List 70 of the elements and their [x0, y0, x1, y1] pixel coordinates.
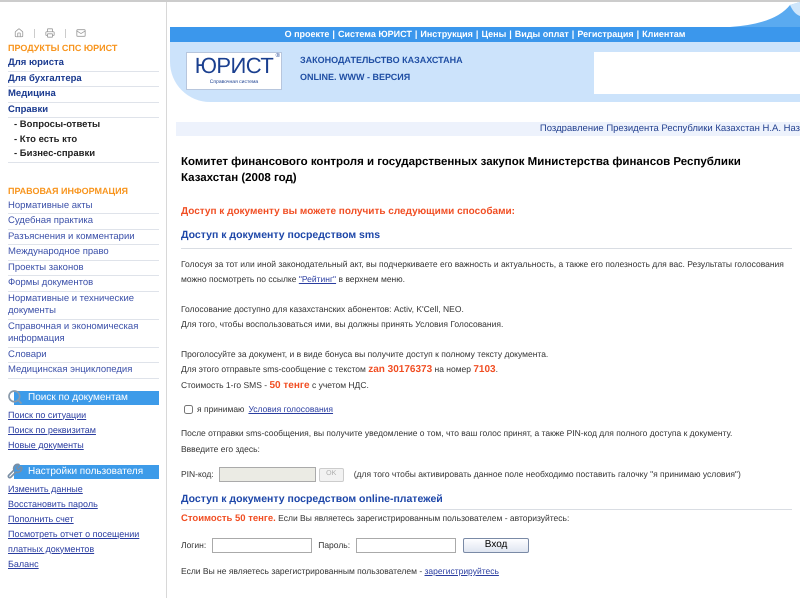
- printer-icon[interactable]: [45, 28, 55, 38]
- menu-link[interactable]: Словари: [8, 348, 159, 361]
- menu-link[interactable]: Проекты законов: [8, 262, 159, 274]
- password-label: Пароль:: [318, 538, 350, 552]
- pin-note: (для того чтобы активировать данное поле необходимо поставить галочку "я принимаю условия"): [354, 468, 741, 481]
- nav-separator: |: [572, 28, 574, 41]
- mail-icon[interactable]: [76, 28, 86, 38]
- panel-title: Настройки пользователя: [28, 464, 144, 478]
- ticker-text[interactable]: Поздравление Президента Республики Казахстан Н.А. Наз: [540, 122, 800, 136]
- panel-title: Поиск по документам: [28, 390, 128, 404]
- page-curl-icon: [730, 2, 800, 27]
- login-input[interactable]: [212, 538, 312, 553]
- site-title: ЗАКОНОДАТЕЛЬСТВО КАЗАХСТАНА: [300, 54, 463, 67]
- menu-link[interactable]: Медицина: [8, 88, 159, 100]
- login-button[interactable]: Вход: [463, 538, 530, 553]
- menu-link[interactable]: Для юриста: [8, 57, 159, 70]
- text-line: Стоимость 1-го SMS - 50 тенге с учетом НДС.: [181, 378, 370, 393]
- panel-link[interactable]: Поиск по реквизитам: [8, 422, 158, 438]
- section-heading: Доступ к документу посредством sms: [181, 228, 792, 249]
- text-line: Для того, чтобы воспользоваться ими, вы должны принять Условия Голосования.: [181, 318, 504, 332]
- password-input[interactable]: [356, 538, 456, 553]
- nav-separator: |: [509, 28, 512, 41]
- text-line: Ввведите его здесь:: [181, 442, 261, 456]
- home-icon[interactable]: [14, 28, 24, 38]
- menu-link[interactable]: Медицинская энциклопедия: [8, 364, 159, 376]
- menu-link[interactable]: Судебная практика: [8, 215, 159, 228]
- section-title: ПРАВОВАЯ ИНФОРМАЦИЯ: [8, 184, 130, 198]
- panel-link[interactable]: Поиск по ситуации: [8, 408, 158, 422]
- menu-link[interactable]: Справки: [8, 104, 159, 116]
- site-title: ONLINE. WWW - ВЕРСИЯ: [300, 71, 412, 84]
- panel-link[interactable]: Баланс: [8, 556, 158, 572]
- menu-link[interactable]: Разъяснения и комментарии: [8, 230, 159, 243]
- section-heading: Доступ к документу посредством online-платежей: [181, 492, 792, 510]
- menu-link[interactable]: Нормативные акты: [8, 200, 159, 212]
- checkbox-label: я принимаю: [197, 403, 244, 416]
- access-intro: Доступ к документу вы можете получить следующими способами:: [181, 205, 516, 219]
- nav-separator: |: [636, 28, 640, 41]
- pin-label: PIN-код:: [181, 468, 214, 481]
- text-line: После отправки sms-сообщения, вы получите уведомление о том, что ваш голос принят, а также PIN-код для полного доступа к документу.: [181, 427, 734, 440]
- submenu-link[interactable]: - Бизнес-справки: [8, 148, 159, 160]
- menu-link[interactable]: Справочная и экономическая информация: [8, 320, 159, 346]
- register-link[interactable]: зарегистрируйтесь: [424, 566, 499, 576]
- price-line: Стоимость 50 тенге. Если Вы являетесь зарегистрированным пользователем - авторизуйтесь:: [181, 512, 570, 526]
- text-line: Проголосуйте за документ, и в виде бонуса вы получите доступ к полному тексту документа.: [181, 348, 550, 361]
- agree-checkbox[interactable]: [184, 405, 193, 414]
- nav-separator: |: [332, 28, 335, 41]
- rating-link[interactable]: "Рейтинг": [298, 274, 336, 284]
- document-title: Комитет финансового контроля и государственных закупок Министерства финансов Республики Казахстан (2008 год): [181, 155, 742, 186]
- panel-link[interactable]: Пополнить счет: [8, 512, 158, 526]
- nav-separator: |: [476, 28, 478, 41]
- panel-link[interactable]: Новые документы: [8, 438, 158, 452]
- panel-link[interactable]: Восстановить пароль: [8, 496, 158, 512]
- magnifier-icon: [7, 388, 23, 404]
- text-line: Для этого отправьте sms-сообщение с текстом zan 30176373 на номер 7103.: [181, 363, 499, 378]
- text-line: Голосование доступно для казахстанских абонентов: Activ, K'Cell, NEO.: [181, 302, 465, 316]
- panel-link[interactable]: Изменить данные: [8, 482, 158, 496]
- submenu-link[interactable]: - Вопросы-ответы: [8, 119, 159, 132]
- paragraph: Голосуя за тот или иной законодательный акт, вы подчеркиваете его важность и актуальность, а также его полезность для вас. Результаты голосования можно посмотреть по ссылке "Рейтинг" в верхнем меню.: [181, 258, 785, 286]
- menu-link[interactable]: Нормативные и технические документы: [8, 292, 159, 318]
- menu-link[interactable]: Формы документов: [8, 277, 159, 290]
- terms-link[interactable]: Условия голосования: [248, 403, 334, 416]
- menu-link[interactable]: Международное право: [8, 246, 159, 258]
- nav-separator: |: [414, 28, 418, 41]
- login-label: Логин:: [181, 538, 206, 552]
- section-title: ПРОДУКТЫ СПС ЮРИСТ: [8, 42, 118, 55]
- menu-link[interactable]: Для бухгалтера: [8, 72, 159, 85]
- register-line: Если Вы не являетесь зарегистрированным пользователем - зарегистрируйтесь: [181, 564, 500, 578]
- panel-link[interactable]: Посмотреть отчет о посещении платных документов: [8, 526, 158, 556]
- submenu-link[interactable]: - Кто есть кто: [8, 134, 159, 146]
- wrench-icon: [7, 462, 23, 478]
